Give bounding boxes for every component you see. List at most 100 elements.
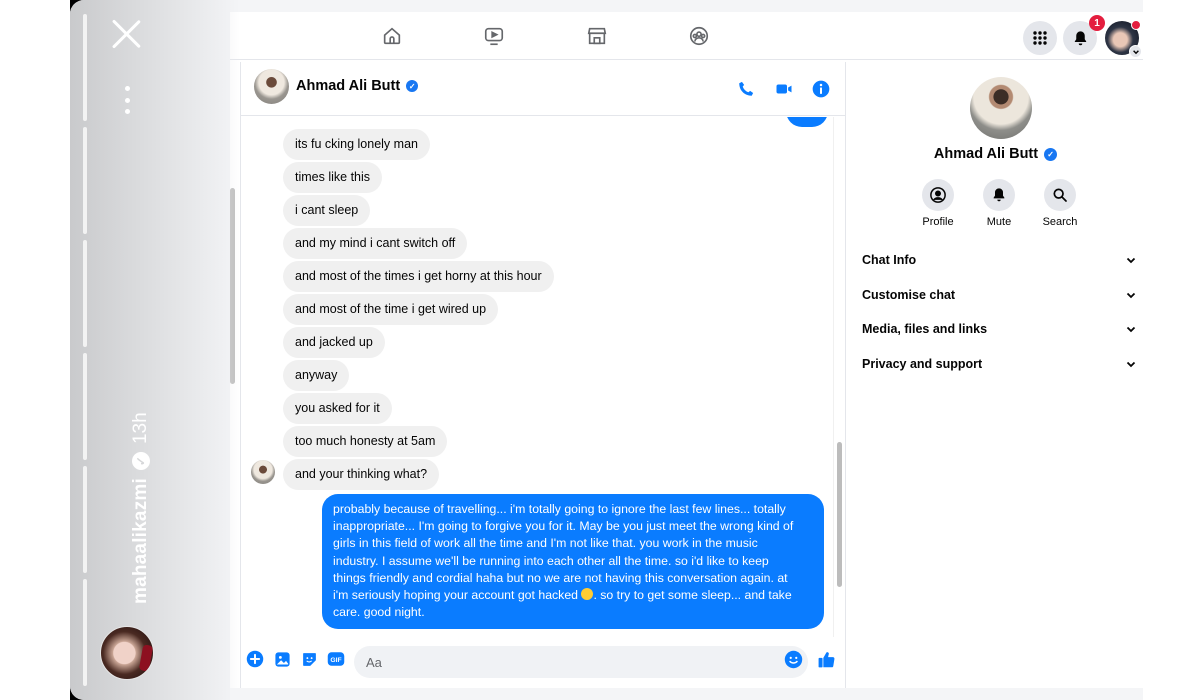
mute-label: Mute bbox=[986, 216, 1012, 228]
sticker-icon bbox=[302, 652, 316, 666]
video-call-button[interactable] bbox=[773, 78, 795, 100]
emoji-icon bbox=[784, 650, 802, 668]
message-thread: its fu cking lonely man times like this … bbox=[241, 117, 845, 637]
account-avatar[interactable] bbox=[1105, 20, 1142, 58]
verified-badge-icon: ✓ bbox=[1044, 147, 1058, 161]
progress-segment bbox=[83, 14, 87, 121]
attach-photo-button[interactable] bbox=[272, 649, 292, 669]
message-composer: GIF bbox=[241, 637, 845, 687]
close-icon[interactable] bbox=[108, 16, 144, 52]
facebook-window: 1 Ahmad Ali Butt ✓ its fu cking lonely m… bbox=[230, 12, 1143, 688]
contact-name[interactable]: Ahmad Ali Butt ✓ bbox=[296, 78, 419, 94]
story-author-avatar[interactable] bbox=[100, 626, 154, 680]
message-line: care. good night. bbox=[333, 605, 425, 620]
incoming-message: and most of the time i get wired up bbox=[283, 294, 499, 325]
story-progress-bar bbox=[83, 14, 87, 686]
section-chat-info[interactable]: Chat Info bbox=[862, 247, 1137, 273]
message-line: things friendly and cordial haha but no … bbox=[333, 570, 788, 585]
section-customise-chat[interactable]: Customise chat bbox=[862, 282, 1137, 308]
groups-icon bbox=[689, 26, 709, 46]
search-action[interactable]: Search bbox=[1030, 179, 1090, 228]
grid-menu-icon bbox=[1033, 31, 1047, 45]
chevron-down-icon bbox=[1126, 292, 1136, 299]
section-label: Privacy and support bbox=[862, 357, 983, 371]
voice-call-button[interactable] bbox=[735, 78, 757, 100]
message-line: i'm seriously hoping your account got ha… bbox=[333, 588, 579, 603]
progress-segment bbox=[83, 240, 87, 347]
more-vertical-icon[interactable] bbox=[120, 86, 134, 114]
message-input[interactable] bbox=[354, 646, 808, 678]
store-icon bbox=[587, 27, 607, 45]
top-navigation-bar: 1 bbox=[230, 12, 1143, 60]
progress-segment bbox=[83, 466, 87, 573]
chevron-down-icon bbox=[1126, 326, 1136, 333]
chat-scrollbar-track bbox=[833, 117, 845, 637]
verified-badge-icon: ✓ bbox=[406, 80, 419, 93]
profile-label: Profile bbox=[922, 216, 954, 228]
svg-text:GIF: GIF bbox=[330, 657, 341, 664]
notifications-button[interactable]: 1 bbox=[1063, 15, 1105, 55]
incoming-message: its fu cking lonely man bbox=[283, 129, 430, 160]
emoji-button[interactable] bbox=[783, 649, 803, 669]
bell-icon bbox=[1074, 30, 1086, 45]
progress-segment bbox=[83, 353, 87, 460]
chevron-down-icon bbox=[1129, 45, 1142, 58]
previous-outgoing-bubble bbox=[786, 117, 828, 127]
story-author-info: mahaalikazmi ✓ 13h bbox=[127, 412, 155, 604]
conversation-info-button[interactable] bbox=[810, 78, 832, 100]
contact-avatar[interactable] bbox=[254, 69, 289, 104]
incoming-message: and your thinking what? bbox=[283, 459, 440, 490]
message-line: girls in this field of work all the time… bbox=[333, 536, 758, 551]
like-button[interactable] bbox=[816, 649, 836, 669]
notification-badge: 1 bbox=[1089, 15, 1105, 31]
chat-header: Ahmad Ali Butt ✓ bbox=[241, 62, 845, 116]
message-line: inappropriate... I'm going to forgive yo… bbox=[333, 519, 794, 534]
verified-badge-icon: ✓ bbox=[132, 452, 150, 471]
progress-segment bbox=[83, 127, 87, 234]
chat-panel: Ahmad Ali Butt ✓ its fu cking lonely man… bbox=[240, 62, 846, 688]
mute-action[interactable]: Mute bbox=[969, 179, 1029, 228]
bottom-strip bbox=[230, 688, 1143, 700]
gif-icon: GIF bbox=[327, 652, 345, 666]
thumbs-up-icon bbox=[818, 651, 834, 667]
nav-groups[interactable] bbox=[685, 22, 713, 50]
incoming-message: times like this bbox=[283, 162, 383, 193]
screen: 1 Ahmad Ali Butt ✓ its fu cking lonely m… bbox=[0, 0, 1200, 700]
video-call-icon bbox=[776, 84, 792, 94]
section-label: Media, files and links bbox=[862, 322, 988, 336]
search-label: Search bbox=[1042, 216, 1078, 228]
conversation-info-panel: Ahmad Ali Butt ✓ Profile Mute Search Cha… bbox=[848, 62, 1143, 688]
message-line: . so try to get some sleep... and take bbox=[593, 588, 792, 603]
section-privacy-support[interactable]: Privacy and support bbox=[862, 351, 1137, 377]
story-frame: 1 Ahmad Ali Butt ✓ its fu cking lonely m… bbox=[70, 0, 1143, 700]
info-icon bbox=[812, 80, 830, 98]
message-line: industry. I assume we'll be running into… bbox=[333, 553, 769, 568]
gif-button[interactable]: GIF bbox=[326, 649, 346, 669]
contact-profile-photo[interactable] bbox=[970, 77, 1032, 139]
info-name-text: Ahmad Ali Butt bbox=[933, 146, 1039, 162]
incoming-message: anyway bbox=[283, 360, 350, 391]
contact-name-text: Ahmad Ali Butt bbox=[296, 78, 401, 94]
incoming-message: and my mind i cant switch off bbox=[283, 228, 468, 259]
profile-action[interactable]: Profile bbox=[908, 179, 968, 228]
nav-marketplace[interactable] bbox=[583, 22, 611, 50]
plus-icon bbox=[246, 650, 264, 668]
sticker-button[interactable] bbox=[299, 649, 319, 669]
section-label: Chat Info bbox=[862, 253, 917, 267]
incoming-message: and most of the times i get horny at thi… bbox=[283, 261, 554, 292]
section-label: Customise chat bbox=[862, 288, 956, 302]
chevron-down-icon bbox=[1126, 361, 1136, 368]
incoming-message: i cant sleep bbox=[283, 195, 371, 226]
story-timestamp: 13h bbox=[130, 412, 151, 445]
nav-watch[interactable] bbox=[480, 22, 508, 50]
menu-button[interactable] bbox=[1023, 21, 1057, 55]
message-line: probably because of travelling... i'm to… bbox=[333, 502, 786, 516]
chat-scrollbar[interactable] bbox=[837, 442, 842, 587]
more-actions-button[interactable] bbox=[245, 649, 265, 669]
photo-icon bbox=[274, 651, 290, 667]
nav-home[interactable] bbox=[378, 22, 406, 50]
incoming-message: and jacked up bbox=[283, 327, 385, 358]
story-username[interactable]: mahaalikazmi bbox=[130, 478, 152, 604]
section-media-files-links[interactable]: Media, files and links bbox=[862, 316, 1137, 342]
story-overlay: mahaalikazmi ✓ 13h bbox=[70, 0, 240, 700]
